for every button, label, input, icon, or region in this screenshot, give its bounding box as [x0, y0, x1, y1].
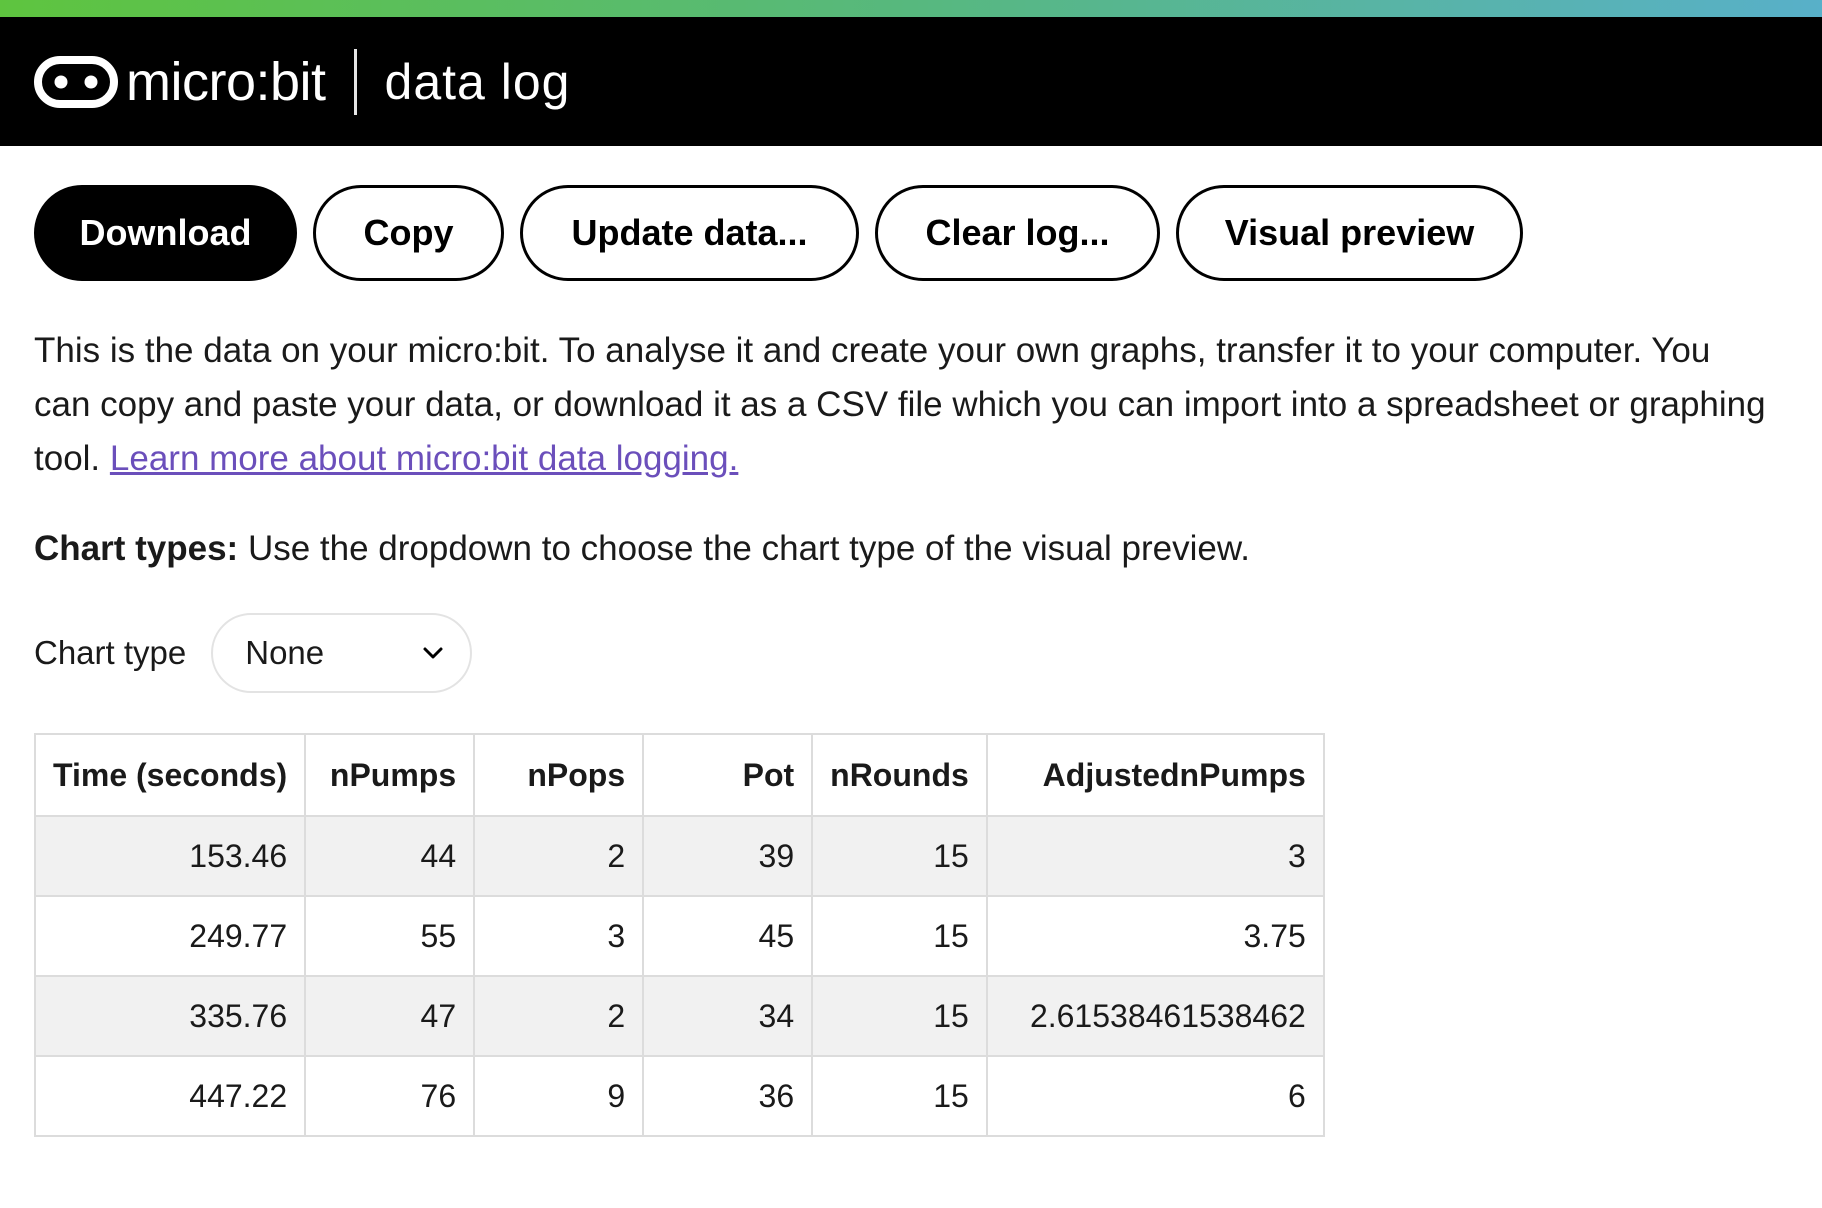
table-cell: 39 [642, 815, 814, 897]
chart-type-row: Chart type None [34, 613, 1822, 693]
table-row: 335.76 47 2 34 15 2.61538461538462 [33, 975, 1325, 1057]
table-cell: 36 [642, 1055, 814, 1137]
table-cell: 15 [811, 975, 988, 1057]
table-cell: 47 [304, 975, 476, 1057]
column-header: Time (seconds) [33, 733, 307, 817]
table-row: 153.46 44 2 39 15 3 [33, 815, 1325, 897]
column-header: Pot [642, 733, 814, 817]
table-cell: 6 [985, 1055, 1325, 1137]
brand-name: micro:bit [126, 51, 326, 112]
table-header-row: Time (seconds) nPumps nPops Pot nRounds … [33, 733, 1325, 817]
learn-more-link[interactable]: Learn more about micro:bit data logging. [110, 439, 738, 478]
chart-type-select[interactable]: None [211, 613, 473, 693]
table-cell: 44 [304, 815, 476, 897]
table-cell: 2.61538461538462 [985, 975, 1325, 1057]
data-table: Time (seconds) nPumps nPops Pot nRounds … [33, 733, 1325, 1137]
intro-paragraph: This is the data on your micro:bit. To a… [34, 324, 1774, 486]
copy-button[interactable]: Copy [313, 185, 504, 281]
table-cell: 34 [642, 975, 814, 1057]
toolbar: Download Copy Update data... Clear log..… [0, 185, 1822, 281]
table-cell: 15 [811, 1055, 988, 1137]
table-cell: 2 [473, 975, 645, 1057]
table-row: 447.22 76 9 36 15 6 [33, 1055, 1325, 1137]
table-cell: 447.22 [33, 1055, 307, 1137]
table-cell: 15 [811, 895, 988, 977]
data-table-wrap: Time (seconds) nPumps nPops Pot nRounds … [33, 733, 1822, 1137]
app-header: micro:bit data log [0, 17, 1822, 146]
table-cell: 55 [304, 895, 476, 977]
app-name: data log [384, 53, 571, 110]
table-cell: 3 [985, 815, 1325, 897]
download-button[interactable]: Download [34, 185, 297, 281]
table-row: 249.77 55 3 45 15 3.75 [33, 895, 1325, 977]
microbit-logo-icon [34, 55, 118, 108]
chart-types-paragraph: Chart types: Use the dropdown to choose … [34, 527, 1822, 571]
table-cell: 45 [642, 895, 814, 977]
header-divider [353, 48, 357, 115]
table-cell: 249.77 [33, 895, 307, 977]
column-header: nRounds [811, 733, 988, 817]
clear-log-button[interactable]: Clear log... [875, 185, 1160, 281]
chart-types-text: Use the dropdown to choose the chart typ… [238, 529, 1250, 568]
brand: micro:bit [34, 55, 326, 109]
table-cell: 153.46 [33, 815, 307, 897]
visual-preview-button[interactable]: Visual preview [1176, 185, 1523, 281]
table-cell: 335.76 [33, 975, 307, 1057]
column-header: nPumps [304, 733, 476, 817]
table-cell: 9 [473, 1055, 645, 1137]
table-cell: 3.75 [985, 895, 1325, 977]
table-cell: 2 [473, 815, 645, 897]
chart-type-label: Chart type [34, 634, 187, 671]
update-data-button[interactable]: Update data... [520, 185, 859, 281]
top-gradient-bar [0, 0, 1822, 17]
table-cell: 76 [304, 1055, 476, 1137]
table-cell: 3 [473, 895, 645, 977]
table-cell: 15 [811, 815, 988, 897]
column-header: nPops [473, 733, 645, 817]
chart-type-value: None [245, 634, 325, 671]
column-header: AdjustednPumps [985, 733, 1325, 817]
chart-types-heading: Chart types: [34, 529, 239, 568]
chevron-down-icon [423, 647, 443, 659]
